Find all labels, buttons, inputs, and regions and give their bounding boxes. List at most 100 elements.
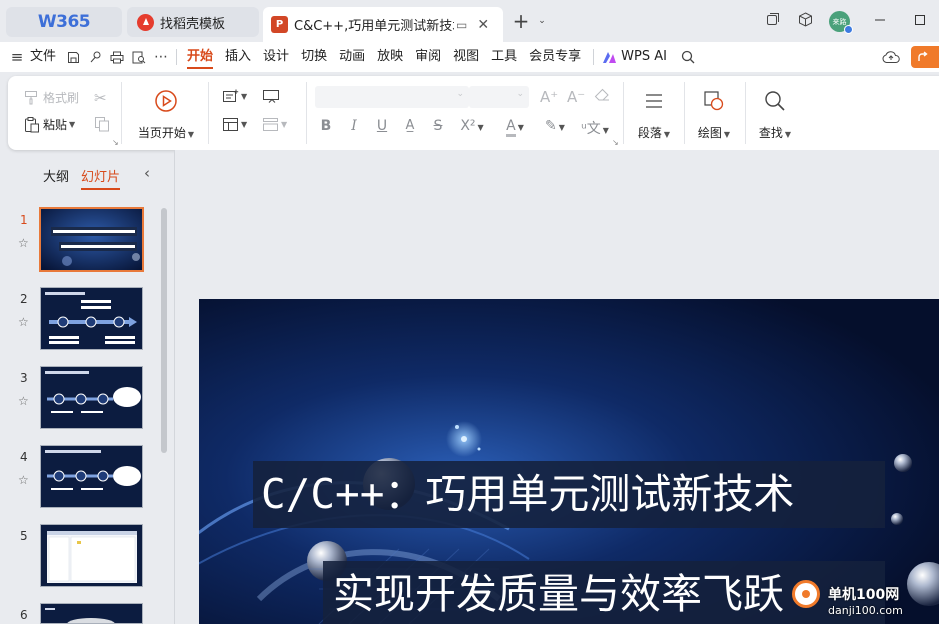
ribbon-toolbar: 格式刷 ✂ 粘贴 ▼ ↘ 当页开始 ▼ ▼ ▼ ▼ ⌄ ⌄ A⁺ A⁻ B I U … [8, 76, 939, 150]
bold-icon[interactable]: B [315, 118, 337, 134]
tab-design[interactable]: 设计 [257, 42, 295, 72]
avatar-badge-icon [844, 25, 853, 34]
current-slide[interactable]: C/C++：巧用单元测试新技术 实现开发质量与效率飞跃 [199, 299, 939, 624]
monitor-icon: ▭ [456, 17, 468, 32]
cut-icon[interactable]: ✂ [94, 89, 107, 107]
slide-thumbnail-panel: 大纲 幻灯片 ‹ 1 ☆ 2 ☆ 3 ☆ 4 ☆ 5 6 [0, 158, 175, 624]
menu-file[interactable]: 文件 [28, 42, 62, 72]
underline-icon[interactable]: U [371, 118, 393, 134]
slide-thumbnail-1[interactable] [39, 207, 144, 272]
share-icon[interactable] [84, 42, 106, 72]
tab-view[interactable]: 视图 [447, 42, 485, 72]
font-dialog-launcher-icon[interactable]: ↘ [612, 138, 619, 147]
font-size-select[interactable]: ⌄ [469, 86, 529, 108]
paragraph-label: 段落 [637, 126, 662, 140]
tab-outline[interactable]: 大纲 [43, 166, 69, 185]
menu-bar: ≡ 文件 ⋯ 开始 插入 设计 切换 动画 放映 审阅 视图 工具 会员专享 W… [0, 42, 939, 72]
format-painter-label: 格式刷 [43, 91, 80, 105]
star-icon[interactable]: ☆ [18, 394, 29, 408]
reuse-slide-icon[interactable] [262, 89, 280, 104]
collapse-panel-icon[interactable]: ‹ [144, 164, 150, 182]
magnifier-icon [764, 86, 786, 116]
slide-thumbnail-4[interactable] [40, 445, 143, 508]
strikethrough-icon[interactable]: S [427, 118, 449, 134]
avatar[interactable]: 来路 [829, 11, 853, 34]
section-button[interactable]: ▼ [262, 117, 287, 132]
share-button[interactable] [911, 46, 939, 68]
tab-insert[interactable]: 插入 [219, 42, 257, 72]
slide-number: 6 [20, 608, 28, 622]
dialog-launcher-icon[interactable]: ↘ [112, 138, 119, 147]
share-arrow-icon [918, 51, 928, 61]
new-slide-button[interactable]: ▼ [222, 89, 247, 104]
copy-icon[interactable] [94, 116, 110, 132]
play-circle-icon [154, 86, 178, 116]
italic-icon[interactable]: I [343, 118, 365, 134]
character-shading-icon[interactable]: A̲ [399, 118, 421, 133]
star-icon[interactable]: ☆ [18, 315, 29, 329]
increase-font-icon[interactable]: A⁺ [540, 88, 558, 106]
cube-icon[interactable] [796, 12, 814, 30]
highlight-icon[interactable]: ✎ ▼ [538, 118, 572, 134]
tab-tools[interactable]: 工具 [485, 42, 523, 72]
minimize-icon[interactable] [871, 12, 889, 30]
avatar-text: 来路 [832, 17, 847, 26]
cloud-upload-icon[interactable] [880, 47, 902, 67]
shapes-icon [703, 86, 725, 116]
window-tile-icon[interactable] [764, 12, 782, 30]
tab-member[interactable]: 会员专享 [523, 42, 587, 72]
presentation-file-icon: P [271, 16, 288, 33]
tab-home[interactable]: 开始 [181, 42, 219, 72]
divider [623, 82, 624, 144]
phonetic-guide-icon[interactable]: ᵘ文 ▼ [578, 118, 612, 138]
daoke-logo-icon [137, 13, 154, 31]
watermark-logo-icon [792, 580, 820, 608]
print-preview-icon[interactable] [128, 42, 150, 72]
slide-number: 5 [20, 529, 28, 543]
maximize-icon[interactable] [911, 12, 929, 30]
hamburger-menu-icon[interactable]: ≡ [6, 42, 28, 72]
new-tab-plus-icon[interactable]: + [512, 11, 530, 31]
slide-thumbnail-5[interactable] [40, 524, 143, 587]
format-painter-button[interactable]: 格式刷 [24, 89, 79, 106]
chevron-down-icon[interactable]: ⌄ [533, 12, 551, 30]
tab-transitions[interactable]: 切换 [295, 42, 333, 72]
close-tab-icon[interactable]: ✕ [477, 17, 489, 33]
tab-slideshow[interactable]: 放映 [371, 42, 409, 72]
slide-title-line-1[interactable]: C/C++：巧用单元测试新技术 [253, 461, 885, 528]
tab-review[interactable]: 审阅 [409, 42, 447, 72]
drawing-button[interactable]: 绘图 ▼ [694, 86, 734, 141]
search-icon[interactable] [677, 42, 699, 72]
font-color-icon[interactable]: A ▼ [498, 118, 532, 137]
tab-slides[interactable]: 幻灯片 [81, 166, 121, 190]
tab-animations[interactable]: 动画 [333, 42, 371, 72]
layout-button[interactable]: ▼ [222, 117, 247, 132]
star-icon[interactable]: ☆ [18, 236, 29, 250]
play-from-current-button[interactable]: 当页开始 ▼ [134, 86, 198, 141]
slide-thumbnail-3[interactable] [40, 366, 143, 429]
save-icon[interactable] [62, 42, 84, 72]
slide-thumbnail-2[interactable] [40, 287, 143, 350]
decrease-font-icon[interactable]: A⁻ [567, 88, 585, 106]
wps-home-tab[interactable]: W365 [6, 7, 122, 37]
thumbnail-scrollbar[interactable] [161, 208, 167, 453]
star-icon[interactable]: ☆ [18, 473, 29, 487]
divider [306, 82, 307, 144]
find-button[interactable]: 查找 ▼ [755, 86, 795, 141]
tab-current-document[interactable]: P C&C++,巧用单元测试新技术,实 ▭ ✕ [263, 7, 503, 42]
find-label: 查找 [758, 126, 783, 140]
more-icon[interactable]: ⋯ [150, 42, 172, 72]
paste-button[interactable]: 粘贴 ▼ [24, 116, 75, 133]
paragraph-lines-icon [645, 86, 663, 116]
print-icon[interactable] [106, 42, 128, 72]
wps-ai-button[interactable]: WPS AI [600, 42, 673, 72]
superscript-icon[interactable]: X² ▼ [455, 118, 489, 134]
paragraph-button[interactable]: 段落 ▼ [634, 86, 674, 141]
watermark-site-name: 单机100网 [828, 587, 900, 603]
slide-number: 1 [20, 213, 28, 227]
slide-thumbnail-6[interactable] [40, 603, 143, 624]
tab-daoke-templates[interactable]: 找稻壳模板 [127, 7, 259, 37]
clear-format-icon[interactable] [594, 88, 610, 102]
font-family-select[interactable]: ⌄ [315, 86, 469, 108]
slide-number: 2 [20, 292, 28, 306]
